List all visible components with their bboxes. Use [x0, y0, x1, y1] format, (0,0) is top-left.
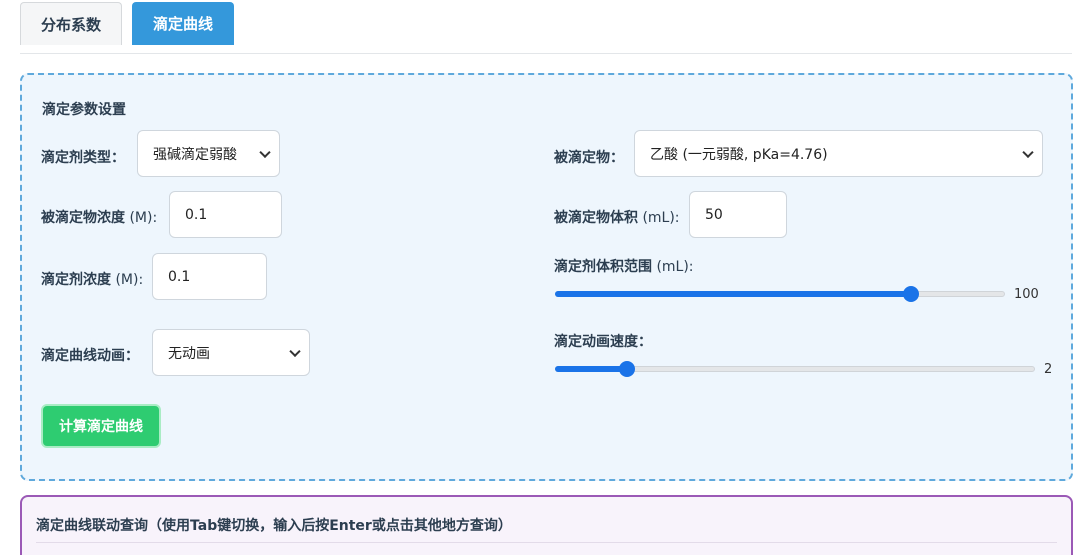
- analyte-vol-input[interactable]: 50: [689, 191, 787, 238]
- slider-thumb[interactable]: [619, 361, 635, 377]
- titrant-range-slider[interactable]: [555, 286, 1005, 302]
- titrant-range-value: 100: [1014, 287, 1039, 302]
- speed-label: 滴定动画速度：: [554, 334, 652, 350]
- analyte-vol-label: 被滴定物体积 (mL):: [554, 207, 680, 227]
- tab-distribution-coefficient[interactable]: 分布系数: [20, 2, 122, 45]
- titrant-type-label: 滴定剂类型：: [41, 150, 125, 166]
- titrant-conc-unit: (M):: [111, 272, 144, 288]
- panel-title: 滴定参数设置: [42, 102, 126, 118]
- analyte-select[interactable]: 乙酸 (一元弱酸, pKa=4.76): [634, 130, 1043, 177]
- curve-query-panel: 滴定曲线联动查询（使用Tab键切换，输入后按Enter或点击其他地方查询）: [20, 495, 1073, 555]
- titrant-conc-label: 滴定剂浓度 (M):: [41, 269, 143, 289]
- analyte-conc-input[interactable]: 0.1: [169, 191, 282, 238]
- speed-slider[interactable]: [555, 361, 1035, 377]
- titrant-conc-label-text: 滴定剂浓度: [41, 272, 111, 288]
- slider-thumb[interactable]: [902, 286, 919, 302]
- titrant-type-select[interactable]: 强碱滴定弱酸: [137, 130, 280, 177]
- titrant-range-label-text: 滴定剂体积范围: [554, 259, 652, 275]
- query-title: 滴定曲线联动查询（使用Tab键切换，输入后按Enter或点击其他地方查询）: [36, 518, 512, 534]
- slider-fill: [555, 291, 911, 297]
- analyte-label: 被滴定物：: [554, 150, 624, 166]
- titration-settings-panel: 滴定参数设置 滴定剂类型： 强碱滴定弱酸 被滴定物： 乙酸 (一元弱酸, pKa…: [20, 73, 1073, 481]
- speed-value: 2: [1044, 362, 1053, 377]
- titrant-conc-input[interactable]: 0.1: [152, 253, 267, 300]
- analyte-conc-label: 被滴定物浓度 (M):: [41, 207, 157, 227]
- analyte-conc-label-text: 被滴定物浓度: [41, 210, 125, 226]
- slider-fill: [555, 366, 627, 372]
- calculate-curve-button[interactable]: 计算滴定曲线: [41, 404, 161, 448]
- analyte-vol-unit: (mL):: [638, 210, 680, 226]
- divider: [36, 542, 1057, 543]
- tab-bar: 分布系数 滴定曲线: [20, 2, 1072, 54]
- animation-select[interactable]: 无动画: [152, 329, 310, 376]
- analyte-vol-label-text: 被滴定物体积: [554, 210, 638, 226]
- tab-titration-curve[interactable]: 滴定曲线: [132, 2, 234, 45]
- analyte-conc-unit: (M):: [125, 210, 158, 226]
- animation-label: 滴定曲线动画：: [41, 348, 139, 364]
- titrant-range-unit: (mL):: [652, 259, 694, 275]
- titrant-range-label: 滴定剂体积范围 (mL):: [554, 256, 694, 276]
